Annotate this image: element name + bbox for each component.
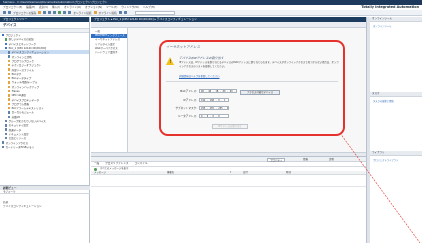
online-tools-header[interactable]: オンラインツール xyxy=(370,17,422,22)
warning-message: デバイスのIPアドレスの割り当て IPアドレスは、IPアドレスを割り当てるデバイ… xyxy=(179,56,339,68)
tree-node-icon xyxy=(8,111,11,114)
new-project-icon[interactable] xyxy=(3,11,6,14)
details-list: 名前 デバイスコンフィギュレーション xyxy=(3,201,87,208)
tree-item-label: オンラインバックアップ xyxy=(11,85,40,89)
tree-node-icon xyxy=(8,55,11,58)
tree-node-icon xyxy=(8,76,11,80)
help-link[interactable]: 詳細情報はヘルプを参照してください xyxy=(179,74,299,78)
tree-item-label: Traces xyxy=(11,89,20,93)
tree-item[interactable]: カードリーダ/USBメモリ xyxy=(0,145,89,149)
task-card-panel: オンラインツール オンラインツール タスク タスクの検索と置換 ライブラリ プロ… xyxy=(370,17,422,243)
inspector-subtab[interactable]: コンパイル xyxy=(134,162,147,166)
warning-body: IPアドレスは、IPアドレスを割り当てるデバイスのMACアドレスに割り当てられま… xyxy=(179,61,339,68)
tree-node-icon xyxy=(8,89,11,93)
save-button[interactable]: プロジェクトの保存 xyxy=(13,11,36,15)
highlight-annotation-box xyxy=(159,40,345,136)
tree-node-icon xyxy=(8,98,11,101)
project-tree-panel: プロジェクトツリー デバイス プロジェクト 新しいデバイスの追加 デバイスとネットワ… xyxy=(0,17,90,243)
assign-ip-button[interactable]: IPアドレスの割り当て xyxy=(212,124,248,129)
tree-node-icon xyxy=(5,132,8,136)
online-tools-link[interactable]: オンラインツール xyxy=(370,24,422,28)
subnet-mask-label: サブネットマスク: xyxy=(175,107,197,110)
column-header[interactable]: 日付 xyxy=(243,171,283,175)
warning-title: デバイスのIPアドレスの割り当て xyxy=(179,56,224,60)
inspector-subtab[interactable]: クロスリファレンス xyxy=(105,162,128,166)
column-header[interactable]: 移動先 xyxy=(167,171,227,175)
print-icon[interactable] xyxy=(38,11,42,14)
details-column-header: モジュール xyxy=(0,190,90,194)
ip-address-field[interactable]: 192 . 168 . 0 . 1 xyxy=(199,98,229,103)
run-icon[interactable] xyxy=(123,11,127,14)
upload-icon[interactable] xyxy=(68,11,72,14)
subnet-mask-field[interactable]: 255 . 255 . 255 . 0 xyxy=(199,106,229,111)
tree-node-icon xyxy=(5,46,8,50)
editor-nav-panel: 一般 PROFINETインタフェース イーサネットアドレス リアルタイム設定 Webサー… xyxy=(91,28,128,156)
tree-node-icon xyxy=(5,128,8,131)
tasks-link[interactable]: タスクの検索と置換 xyxy=(370,99,422,103)
inspector-divider xyxy=(91,186,366,187)
tree-item-label: デバイスとネットワーク xyxy=(8,42,37,46)
go-offline-button[interactable]: オフライン接続 xyxy=(99,11,117,15)
search-input[interactable] xyxy=(134,10,175,15)
open-project-icon[interactable] xyxy=(8,11,11,14)
ip-address-label: IPアドレス: xyxy=(183,99,197,102)
tree-node-icon xyxy=(8,85,11,88)
stop-icon[interactable] xyxy=(118,11,122,14)
tree-node-icon xyxy=(8,64,11,67)
message-column-headers: メッセージ 移動先? 日付 時刻 xyxy=(91,171,366,175)
tree-node-icon xyxy=(5,38,8,41)
router-address-label: ルータアドレス: xyxy=(177,115,197,118)
tree-node-icon xyxy=(8,115,11,118)
inspector-content: すべてのメッセージを表示 メッセージ 移動先? 日付 時刻 xyxy=(91,167,366,243)
tree-node-icon xyxy=(8,51,11,54)
column-header[interactable]: ? xyxy=(230,171,240,175)
tree-node-icon xyxy=(5,119,8,123)
online-tools-section: オンラインツール オンラインツール xyxy=(370,17,422,28)
go-online-button[interactable]: オンライン接続 xyxy=(73,11,91,15)
tree-node-icon xyxy=(2,33,5,37)
tree-node-icon xyxy=(8,81,11,84)
details-item[interactable]: デバイスコンフィギュレーション xyxy=(3,205,87,209)
inspector-subtab[interactable]: 一般 xyxy=(94,162,99,166)
form-divider xyxy=(166,81,338,82)
tree-node-icon xyxy=(8,68,11,71)
column-header[interactable]: 時刻 xyxy=(286,171,326,175)
tree-node-icon xyxy=(8,94,11,97)
tree-node-icon xyxy=(5,124,8,127)
main-toolbar: プロジェクトの保存 オンライン接続 オフライン接続 xyxy=(0,10,422,16)
tree-node-icon xyxy=(8,107,11,110)
tree-node-icon xyxy=(2,145,5,149)
devices-subheader: デバイス xyxy=(0,22,89,29)
column-header[interactable]: メッセージ xyxy=(94,171,164,175)
libraries-header[interactable]: ライブラリ xyxy=(370,151,422,156)
paste-icon[interactable] xyxy=(53,11,57,14)
libraries-section: ライブラリ プロジェクトライブラリ xyxy=(370,151,422,162)
tree-node-icon xyxy=(2,141,5,144)
copy-icon[interactable] xyxy=(48,11,52,14)
mac-address-label: MACアドレス: xyxy=(179,90,197,93)
download-icon[interactable] xyxy=(63,11,67,14)
tree-item-label: カードリーダ/USBメモリ xyxy=(5,145,35,149)
tree-node-icon xyxy=(8,59,11,63)
cut-icon[interactable] xyxy=(43,11,47,14)
tree-node-icon xyxy=(8,72,11,76)
editor-nav-item[interactable]: ハードウェア識別子 xyxy=(91,51,127,55)
tree-item-label: PLC_1 [CPU 1214C DC/DC/DC] xyxy=(8,46,47,50)
go-online-icon[interactable] xyxy=(93,11,97,14)
tree-node-icon xyxy=(5,137,8,140)
project-tree-list: プロジェクト 新しいデバイスの追加 デバイスとネットワーク PLC_1 [CPU 12… xyxy=(0,33,89,149)
tree-node-icon xyxy=(8,102,11,106)
warning-mark: ! xyxy=(169,58,172,64)
mac-address-field[interactable]: 00 - 1B - 1B - 00 - 00 - 00 xyxy=(199,89,237,94)
tasks-header[interactable]: タスク xyxy=(370,92,422,97)
compile-icon[interactable] xyxy=(58,11,62,14)
router-address-field[interactable]: 0 . 0 . 0 . 0 xyxy=(199,114,229,119)
tasks-section: タスク タスクの検索と置換 xyxy=(370,92,422,103)
accessible-devices-button[interactable]: アクセス可能なデバイス xyxy=(240,90,280,95)
libraries-link[interactable]: プロジェクトライブラリ xyxy=(370,158,422,162)
tree-node-icon xyxy=(5,42,8,45)
